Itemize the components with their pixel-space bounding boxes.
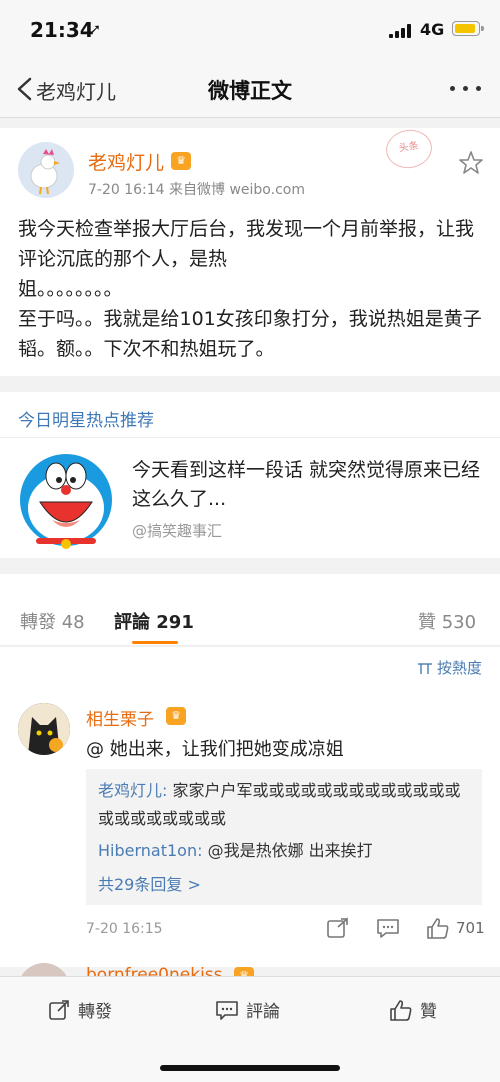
reply-box[interactable]: 老鸡灯儿: 家家户户军或或或或或或或或或或或或或或或或或或或或或 Hiberna… [86, 769, 482, 905]
repost-icon [49, 1000, 69, 1020]
commenter-avatar[interactable] [18, 703, 70, 755]
share-icon[interactable] [326, 917, 350, 939]
like-button[interactable]: 贊 [390, 997, 437, 1022]
comment-text: @ 她出来，让我们把她变成凉姐 [86, 739, 344, 760]
thumbs-up-icon [390, 1000, 412, 1021]
more-icon[interactable] [450, 86, 482, 92]
reply-item: 老鸡灯儿: 家家户户军或或或或或或或或或或或或或或或或或或或或或 [98, 777, 474, 833]
sort-icon [417, 663, 432, 674]
tab-comment-count: 291 [156, 612, 194, 633]
status-bar: 21:34 ➚ 4G [0, 0, 500, 60]
tab-like[interactable]: 贊 530 [418, 608, 476, 634]
tab-comment[interactable]: 評論 291 [114, 608, 194, 634]
author-avatar[interactable] [18, 142, 74, 198]
repost-button[interactable]: 轉發 [48, 997, 112, 1022]
recommend-source: @搞笑趣事汇 [132, 522, 223, 540]
post-body: 我今天检查举报大厅后台，我发现一个月前举报，让我评论沉底的那个人，是热 姐。。。… [18, 218, 482, 360]
comment-list: 按熱度 相生栗子 ♛ @ 她出来，让我们把她变成凉姐 老鸡灯儿: 家家户户军或或… [0, 647, 500, 1015]
vip-badge-icon: ♛ [166, 707, 186, 725]
reply-icon[interactable] [376, 917, 400, 939]
reply-text: @我是热依娜 出来挨打 [202, 841, 373, 860]
repost-label: 轉發 [78, 1002, 112, 1022]
battery-icon [452, 21, 484, 36]
reply-author[interactable]: Hibernat1on: [98, 841, 203, 860]
divider [0, 437, 500, 438]
active-tab-indicator [132, 641, 178, 644]
weibo-post: 老鸡灯儿 ♛ 7-20 16:14 来自微博 weibo.com 头条 我今天检… [0, 126, 500, 376]
bottom-toolbar: 轉發 評論 贊 [0, 976, 500, 1082]
interaction-tabs: 轉發 48 評論 291 贊 530 [0, 574, 500, 646]
doraemon-thumbnail [20, 454, 112, 549]
favorite-star-icon[interactable] [458, 150, 484, 176]
tab-like-count: 530 [441, 612, 477, 633]
comment-icon [216, 1001, 238, 1020]
comment-button[interactable]: 評論 [216, 997, 280, 1022]
more-replies-link[interactable]: 共29条回复 > [98, 871, 201, 895]
stamp: 头条 [383, 126, 435, 172]
comment-time: 7-20 16:15 [86, 921, 163, 937]
post-meta: 7-20 16:14 来自微博 weibo.com [88, 182, 305, 198]
recommend-text: 今天看到这样一段话 就突然觉得原来已经这么久了... [132, 459, 481, 510]
commenter-name[interactable]: 相生栗子 [86, 705, 154, 730]
author-name[interactable]: 老鸡灯儿 [88, 148, 164, 175]
like-count: 701 [456, 919, 485, 937]
recommend-card[interactable]: 今日明星热点推荐 今天看到这样一段话 就突然觉得原来已经这么久了... @搞笑趣… [0, 392, 500, 558]
comment-label: 評論 [246, 1002, 280, 1022]
tab-repost-count: 48 [61, 612, 85, 633]
tab-repost-label: 轉發 [20, 612, 56, 633]
like-label: 贊 [420, 1002, 437, 1022]
status-time: 21:34 [30, 18, 94, 42]
location-icon: ➚ [90, 22, 101, 37]
sort-label: 按熱度 [436, 659, 482, 677]
tab-comment-label: 評論 [114, 612, 150, 633]
recommend-header: 今日明星热点推荐 [18, 411, 154, 431]
network-type: 4G [420, 20, 445, 39]
reply-item: Hibernat1on: @我是热依娜 出来挨打 [98, 837, 474, 865]
like-icon[interactable] [426, 917, 450, 939]
signal-icon [389, 24, 413, 38]
sort-button[interactable]: 按熱度 [417, 657, 482, 678]
home-indicator[interactable] [160, 1065, 340, 1071]
vip-badge-icon: ♛ [171, 152, 191, 170]
tab-like-label: 贊 [418, 612, 436, 633]
nav-bar: 老鸡灯儿 微博正文 [0, 60, 500, 118]
page-title: 微博正文 [208, 79, 292, 103]
tab-repost[interactable]: 轉發 48 [20, 608, 85, 634]
reply-author[interactable]: 老鸡灯儿: [98, 781, 167, 800]
